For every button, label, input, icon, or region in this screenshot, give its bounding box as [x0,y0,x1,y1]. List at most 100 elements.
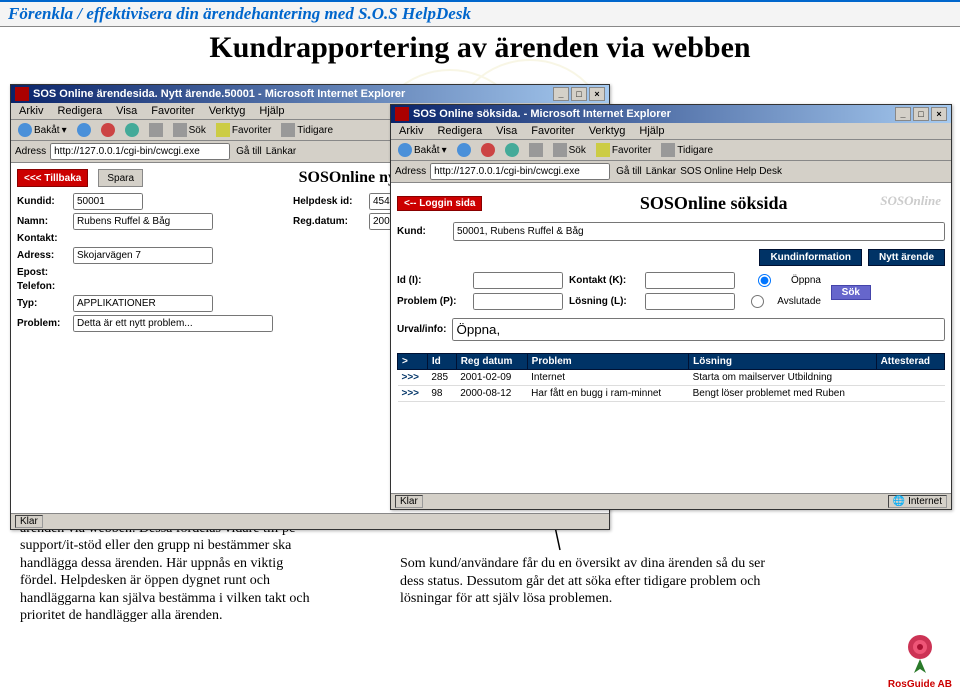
ie-icon [395,107,409,121]
problem-search-input[interactable] [473,293,563,310]
refresh-button[interactable] [502,142,522,158]
minimize-button[interactable]: _ [895,107,911,121]
maximize-button[interactable]: □ [913,107,929,121]
col-attesterad[interactable]: Attesterad [876,354,944,370]
menu-favoriter[interactable]: Favoriter [147,104,198,118]
address-input[interactable] [430,163,610,180]
close-button[interactable]: × [589,87,605,101]
col-arrow[interactable]: > [398,354,428,370]
table-row[interactable]: >>> 285 2001-02-09 Internet Starta om ma… [398,370,945,386]
close-button[interactable]: × [931,107,947,121]
address-input[interactable] [50,143,230,160]
back-icon [18,123,32,137]
table-row[interactable]: >>> 98 2000-08-12 Har fått en bugg i ram… [398,386,945,402]
search-button[interactable]: Sök [550,142,589,158]
maximize-button[interactable]: □ [571,87,587,101]
status-text: Klar [395,495,423,508]
menu-favoriter[interactable]: Favoriter [527,124,578,138]
id-label: Id (I): [397,275,467,286]
typ-input[interactable] [73,295,213,312]
forward-button[interactable] [454,142,474,158]
urval-input[interactable] [452,318,945,341]
history-button[interactable]: Tidigare [278,122,336,138]
menu-verktyg[interactable]: Verktyg [205,104,250,118]
kundinfo-button[interactable]: Kundinformation [759,249,862,266]
kontakt-input[interactable] [645,272,735,289]
search-button[interactable]: Sök [170,122,209,138]
rose-icon [896,629,944,677]
radio-avslutade-input[interactable] [741,295,774,308]
menu-arkiv[interactable]: Arkiv [15,104,47,118]
result-table: > Id Reg datum Problem Lösning Attestera… [397,353,945,402]
save-button[interactable]: Spara [98,169,143,187]
kontakt-label: Kontakt (K): [569,275,639,286]
favorites-button[interactable]: Favoriter [593,142,654,158]
page-header: Förenkla / effektivisera din ärendehante… [0,0,960,27]
kund-input[interactable] [453,222,945,241]
kundid-input[interactable] [73,193,143,210]
home-icon [149,123,163,137]
status-text: Klar [15,515,43,528]
back-button[interactable]: Bakåt ▾ [15,122,70,138]
problem-input[interactable] [73,315,273,332]
back-icon [398,143,412,157]
refresh-icon [125,123,139,137]
col-problem[interactable]: Problem [527,354,688,370]
losning-input[interactable] [645,293,735,310]
go-button[interactable]: Gå till [234,146,262,157]
favorites-icon [596,143,610,157]
col-id[interactable]: Id [427,354,456,370]
home-icon [529,143,543,157]
col-reg[interactable]: Reg datum [456,354,527,370]
address-label: Adress [395,166,426,177]
menu-redigera[interactable]: Redigera [53,104,106,118]
refresh-button[interactable] [122,122,142,138]
menu-arkiv[interactable]: Arkiv [395,124,427,138]
history-icon [661,143,675,157]
logo-name: RosGuide AB [888,679,952,690]
page-title: Kundrapportering av ärenden via webben [0,27,960,71]
window-title: SOS Online ärendesida. Nytt ärende.50001… [33,88,551,100]
stop-icon [101,123,115,137]
radio-oppna[interactable]: Öppna [741,274,821,287]
links-item[interactable]: SOS Online Help Desk [680,166,782,177]
home-button[interactable] [526,142,546,158]
history-icon [281,123,295,137]
radio-avslutade[interactable]: Avslutade [741,295,821,308]
minimize-button[interactable]: _ [553,87,569,101]
radio-oppna-input[interactable] [741,274,788,287]
menu-hjalp[interactable]: Hjälp [635,124,668,138]
problem-label: Problem (P): [397,296,467,307]
menu-visa[interactable]: Visa [112,104,141,118]
stop-button[interactable] [98,122,118,138]
col-losning[interactable]: Lösning [689,354,876,370]
go-button[interactable]: Gå till [614,166,642,177]
menu-visa[interactable]: Visa [492,124,521,138]
ie-window-search: SOS Online söksida. - Microsoft Internet… [390,104,952,510]
menu-hjalp[interactable]: Hjälp [255,104,288,118]
stop-button[interactable] [478,142,498,158]
adress-input[interactable] [73,247,213,264]
sok-button[interactable]: Sök [831,285,871,300]
forward-button[interactable] [74,122,94,138]
home-button[interactable] [146,122,166,138]
addressbar: Adress Gå till Länkar SOS Online Help De… [391,161,951,183]
history-button[interactable]: Tidigare [658,142,716,158]
back-button[interactable]: Bakåt ▾ [395,142,450,158]
search-heading: SOSOnline söksida SOSOnline [482,193,945,214]
address-label: Adress [15,146,46,157]
menubar: Arkiv Redigera Visa Favoriter Verktyg Hj… [391,123,951,140]
favorites-icon [216,123,230,137]
nytt-arende-button[interactable]: Nytt ärende [868,249,945,266]
id-input[interactable] [473,272,563,289]
favorites-button[interactable]: Favoriter [213,122,274,138]
namn-input[interactable] [73,213,213,230]
login-page-button[interactable]: <-- Loggin sida [397,196,482,211]
menu-verktyg[interactable]: Verktyg [585,124,630,138]
titlebar[interactable]: SOS Online söksida. - Microsoft Internet… [391,105,951,123]
menu-redigera[interactable]: Redigera [433,124,486,138]
back-link-button[interactable]: <<< Tillbaka [17,169,88,187]
description-right: Som kund/användare får du en översikt av… [400,555,780,608]
titlebar[interactable]: SOS Online ärendesida. Nytt ärende.50001… [11,85,609,103]
refresh-icon [505,143,519,157]
